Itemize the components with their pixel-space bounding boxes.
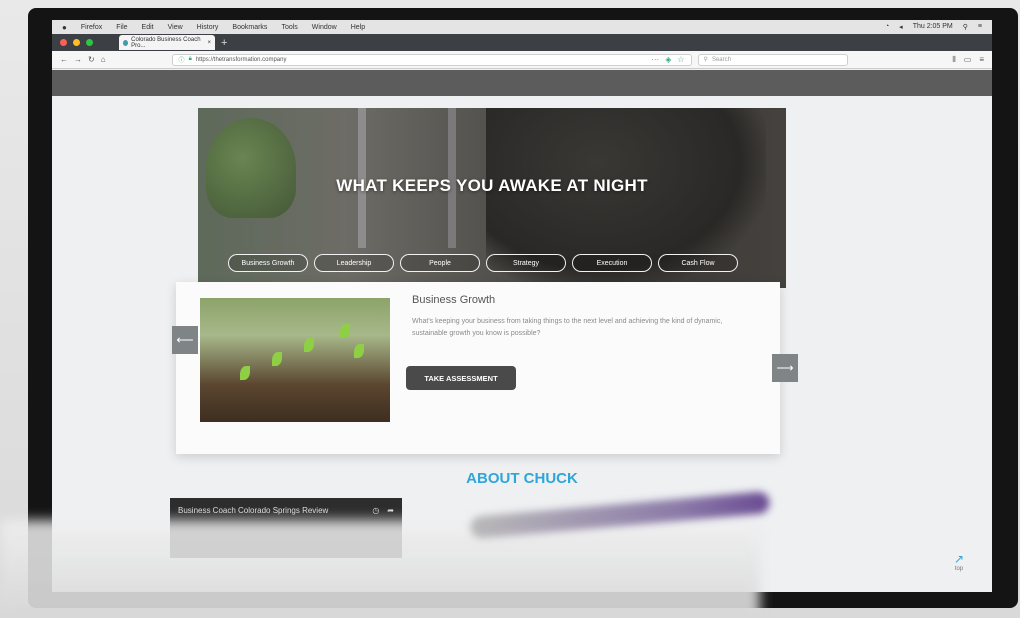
mac-menubar: ● Firefox File Edit View History Bookmar… xyxy=(52,20,992,34)
arrow-up-icon: ↗ xyxy=(953,552,964,566)
search-icon: ⚲ xyxy=(703,57,708,63)
browser-tab[interactable]: Colorado Business Coach Pro... × xyxy=(119,35,215,50)
menubar-clock[interactable]: Thu 2:05 PM xyxy=(913,23,953,31)
tab-title: Colorado Business Coach Pro... xyxy=(131,36,201,49)
sidebar-icon[interactable]: ▭ xyxy=(964,55,972,65)
hero-title: WHAT KEEPS YOU AWAKE AT NIGHT xyxy=(336,176,648,195)
favicon-icon xyxy=(123,39,129,46)
zoom-window-dot[interactable] xyxy=(86,39,93,46)
back-to-top-label: top xyxy=(954,566,964,572)
close-window-dot[interactable] xyxy=(60,39,67,46)
search-input[interactable]: ⚲ Search xyxy=(697,53,848,66)
pill-cash-flow[interactable]: Cash Flow xyxy=(658,254,738,272)
back-button[interactable]: ← xyxy=(60,55,68,64)
hamburger-menu-icon[interactable]: ≡ xyxy=(979,55,984,65)
take-assessment-button[interactable]: TAKE ASSESSMENT xyxy=(406,366,516,390)
forward-button[interactable]: → xyxy=(74,55,82,64)
menu-history[interactable]: History xyxy=(197,24,219,31)
home-button[interactable]: ⌂ xyxy=(101,55,106,64)
bookmark-star-icon[interactable]: ☆ xyxy=(677,55,684,64)
site-header-band xyxy=(52,70,992,96)
menu-help[interactable]: Help xyxy=(351,24,365,31)
apple-icon[interactable]: ● xyxy=(62,23,67,32)
pill-execution[interactable]: Execution xyxy=(572,254,652,272)
url-actions: ··· ◈ ☆ xyxy=(651,55,684,64)
menu-window[interactable]: Window xyxy=(312,24,337,31)
menu-tools[interactable]: Tools xyxy=(281,24,297,31)
plant-image xyxy=(206,118,296,218)
search-placeholder: Search xyxy=(711,56,731,63)
volume-icon[interactable]: ◂ xyxy=(899,23,903,31)
page-actions-icon[interactable]: ··· xyxy=(651,55,659,64)
navigation-bar: ← → ↻ ⌂ ⓘ 🔒︎ https://thetransformation.c… xyxy=(52,51,992,69)
menu-firefox[interactable]: Firefox xyxy=(81,24,102,31)
url-text[interactable]: https://thetransformation.company xyxy=(196,57,287,63)
topic-card: Business Growth What's keeping your busi… xyxy=(176,282,780,454)
monitor-screen: ● Firefox File Edit View History Bookmar… xyxy=(52,20,992,592)
pocket-icon[interactable]: ◈ xyxy=(665,55,671,64)
about-heading: ABOUT CHUCK xyxy=(466,470,578,487)
topic-pills: Business Growth Leadership People Strate… xyxy=(228,254,738,272)
minimize-window-dot[interactable] xyxy=(73,39,80,46)
wifi-icon[interactable]: ◔ xyxy=(885,23,889,31)
back-to-top-button[interactable]: ↗ top xyxy=(954,552,964,572)
reload-button[interactable]: ↻ xyxy=(88,55,95,64)
tab-close-icon[interactable]: × xyxy=(207,40,211,46)
lock-icon: 🔒︎ xyxy=(188,56,192,62)
tab-strip: Colorado Business Coach Pro... × + xyxy=(52,34,992,51)
foreground-paper xyxy=(0,520,760,618)
spotlight-icon[interactable]: ⚲ xyxy=(963,23,968,31)
pill-business-growth[interactable]: Business Growth xyxy=(228,254,308,272)
menu-edit[interactable]: Edit xyxy=(142,24,154,31)
info-icon[interactable]: ⓘ xyxy=(179,55,185,64)
card-description: What's keeping your business from taking… xyxy=(412,318,723,337)
menu-bookmarks[interactable]: Bookmarks xyxy=(232,24,267,31)
url-bar[interactable]: ⓘ 🔒︎ https://thetransformation.company ·… xyxy=(171,53,692,66)
pill-strategy[interactable]: Strategy xyxy=(486,254,566,272)
next-slide-button[interactable]: ⟶ xyxy=(772,354,798,382)
menu-view[interactable]: View xyxy=(168,24,183,31)
pill-leadership[interactable]: Leadership xyxy=(314,254,394,272)
new-tab-button[interactable]: + xyxy=(221,37,227,49)
toolbar-right: ⫴ ▭ ≡ xyxy=(952,55,984,65)
menu-file[interactable]: File xyxy=(116,24,127,31)
sprout-image xyxy=(200,298,390,422)
prev-slide-button[interactable]: ⟵ xyxy=(172,326,198,354)
pill-people[interactable]: People xyxy=(400,254,480,272)
hero-banner: WHAT KEEPS YOU AWAKE AT NIGHT Business G… xyxy=(198,108,786,288)
card-title: Business Growth xyxy=(412,294,496,306)
list-icon[interactable]: ≡ xyxy=(978,23,982,31)
library-icon[interactable]: ⫴ xyxy=(952,55,955,65)
